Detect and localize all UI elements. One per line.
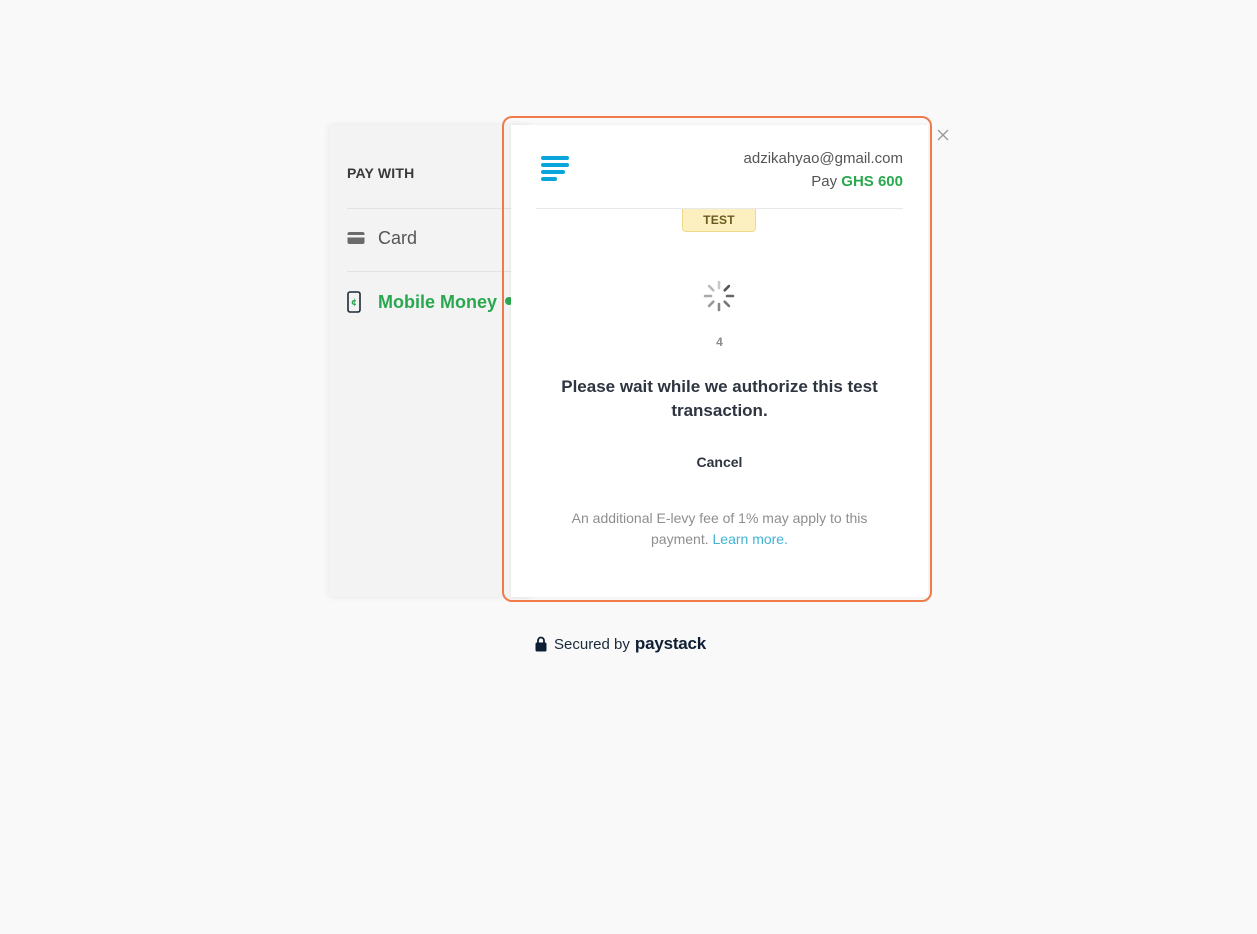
cancel-button[interactable]: Cancel	[671, 451, 768, 473]
authorization-message: Please wait while we authorize this test…	[561, 377, 878, 420]
payment-method-label: Card	[378, 227, 418, 248]
pay-amount: GHS 600	[841, 173, 903, 190]
checkout-page: PAY WITH Card ¢ Mobile Money adzikahyao@…	[0, 0, 1257, 934]
payment-modal: adzikahyao@gmail.com Pay GHS 600 TEST 4 …	[511, 125, 928, 597]
pay-prefix: Pay	[811, 173, 838, 190]
test-mode-badge: TEST	[682, 209, 756, 232]
pay-amount-line: Pay GHS 600	[811, 173, 903, 190]
payment-method-card[interactable]: Card	[347, 223, 417, 253]
pay-with-panel: PAY WITH Card ¢ Mobile Money	[329, 125, 529, 597]
mobile-money-icon: ¢	[347, 291, 369, 313]
countdown-timer: 4	[716, 335, 723, 349]
paystack-logo: paystack	[634, 634, 707, 653]
payment-method-mobile-money[interactable]: ¢ Mobile Money	[347, 287, 497, 317]
learn-more-link[interactable]: Learn more.	[713, 531, 788, 547]
lock-icon	[535, 636, 547, 652]
customer-email: adzikahyao@gmail.com	[743, 150, 903, 167]
loading-spinner-icon	[702, 279, 736, 313]
pay-with-title: PAY WITH	[347, 165, 415, 181]
merchant-logo-icon	[540, 153, 572, 185]
payment-method-label: Mobile Money	[378, 291, 498, 312]
secured-by-text: Secured by	[554, 635, 630, 653]
e-levy-notice: An additional E-levy fee of 1% may apply…	[551, 508, 888, 550]
svg-text:¢: ¢	[351, 298, 357, 308]
secured-by-footer: Secured by paystack	[535, 633, 706, 655]
credit-card-icon	[347, 231, 369, 245]
close-icon[interactable]	[935, 127, 951, 143]
